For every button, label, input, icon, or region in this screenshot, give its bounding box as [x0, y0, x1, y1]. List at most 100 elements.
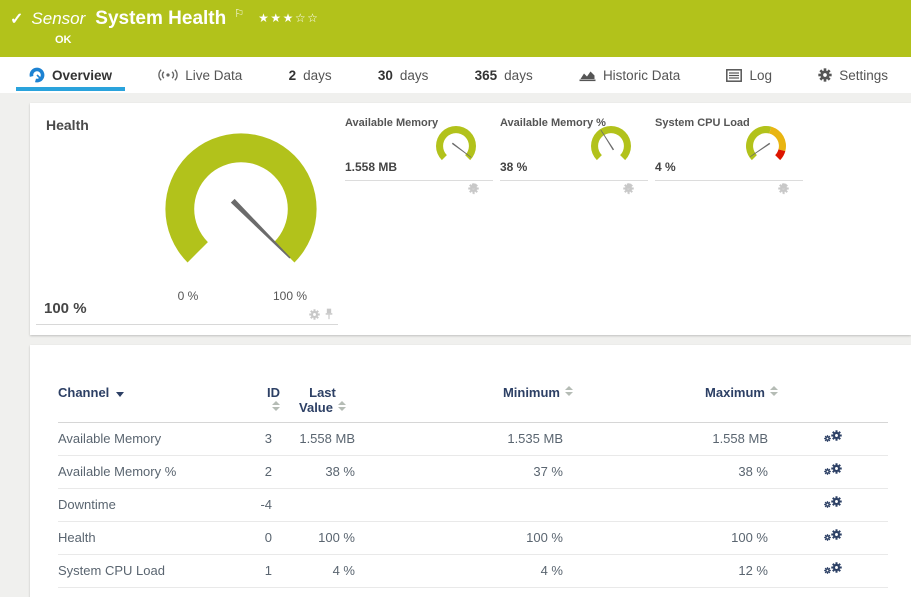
mini-gauge-panel-available-memory: Available Memory % 38 % — [500, 115, 648, 181]
tab-label: Settings — [839, 68, 888, 83]
cell-maximum — [573, 488, 778, 521]
col-actions — [778, 345, 888, 422]
channel-settings-icon[interactable] — [824, 429, 842, 445]
col-channel[interactable]: Channel — [58, 345, 258, 422]
cell-last-value: 38 % — [280, 455, 365, 488]
channel-row-system-cpu-load: System CPU Load 1 4 % 4 % 12 % — [58, 554, 888, 587]
tab-label: days — [400, 68, 429, 83]
status-ok-check-icon: ✓ — [10, 12, 23, 28]
table-header-row: Channel ID Last Value Minimum Maximum — [58, 345, 888, 422]
cell-last-value — [280, 488, 365, 521]
tab-number: 365 — [475, 68, 498, 83]
cell-maximum: 1.558 MB — [573, 422, 778, 455]
col-maximum-label: Maximum — [705, 385, 765, 400]
log-icon — [726, 69, 742, 82]
live-icon — [158, 68, 178, 82]
tab-label: days — [504, 68, 533, 83]
tab-overview[interactable]: Overview — [16, 57, 125, 93]
gauge-icon — [29, 67, 45, 83]
gauges-card: Health 0 % 100 % 100 % Available Memory — [30, 103, 911, 335]
health-scale-max: 100 % — [256, 289, 324, 303]
cell-last-value: 1.558 MB — [280, 422, 365, 455]
channel-settings-icon[interactable] — [824, 561, 842, 577]
cell-channel: Available Memory % — [58, 455, 258, 488]
tab-label: Historic Data — [603, 68, 680, 83]
health-gauge-value: 100 % — [44, 300, 87, 317]
col-channel-label: Channel — [58, 385, 109, 400]
cell-minimum: 1.535 MB — [365, 422, 573, 455]
mini-gauge — [586, 121, 636, 171]
health-scale-min: 0 % — [164, 289, 212, 303]
cell-maximum: 100 % — [573, 521, 778, 554]
sensor-status-badge: OK — [55, 34, 72, 46]
gauge-pin-icon[interactable] — [324, 308, 334, 320]
tab-bar: Overview Live Data 2 days 30 days 365 da… — [0, 57, 911, 93]
health-gauge-title: Health — [46, 117, 89, 133]
cell-channel: Health — [58, 521, 258, 554]
sort-desc-icon — [116, 392, 124, 397]
tab-30-days[interactable]: 30 days — [365, 57, 442, 93]
tab-live-data[interactable]: Live Data — [145, 57, 255, 93]
mini-gauges-row: Available Memory 1.558 MB Available Memo… — [345, 115, 803, 181]
cell-channel: System CPU Load — [58, 554, 258, 587]
tab-label: Overview — [52, 68, 112, 83]
cell-minimum — [365, 488, 573, 521]
sort-icon — [565, 386, 573, 396]
sensor-header: ✓ Sensor System Health ⚐ ★★★☆☆ OK — [0, 0, 911, 57]
cell-id: 3 — [258, 422, 280, 455]
mini-gauge-panel-available-memory: Available Memory 1.558 MB — [345, 115, 493, 181]
sensor-kind-label: Sensor — [31, 9, 85, 29]
cell-id: 2 — [258, 455, 280, 488]
health-gauge — [151, 119, 331, 299]
channel-settings-icon[interactable] — [824, 528, 842, 544]
cell-minimum: 37 % — [365, 455, 573, 488]
mini-gauge-value: 1.558 MB — [345, 160, 397, 174]
channel-row-available-memory: Available Memory 3 1.558 MB 1.535 MB 1.5… — [58, 422, 888, 455]
tab-log[interactable]: Log — [713, 57, 785, 93]
col-minimum-label: Minimum — [503, 385, 560, 400]
tab-historic-data[interactable]: Historic Data — [566, 57, 693, 93]
channel-settings-icon[interactable] — [824, 462, 842, 478]
flag-icon[interactable]: ⚐ — [234, 9, 244, 20]
tab-label: days — [303, 68, 332, 83]
content-area: Health 0 % 100 % 100 % Available Memory — [0, 103, 911, 597]
channel-settings-icon[interactable] — [824, 495, 842, 511]
cell-maximum: 12 % — [573, 554, 778, 587]
col-id[interactable]: ID — [258, 345, 280, 422]
col-last-value[interactable]: Last Value — [280, 345, 365, 422]
mini-gauge-panel-system-cpu-load: System CPU Load 4 % — [655, 115, 803, 181]
mini-gauge-value: 38 % — [500, 160, 527, 174]
col-maximum[interactable]: Maximum — [573, 345, 778, 422]
channels-table: Channel ID Last Value Minimum Maximum Av… — [58, 345, 888, 588]
tab-365-days[interactable]: 365 days — [462, 57, 546, 93]
priority-stars[interactable]: ★★★☆☆ — [258, 11, 319, 25]
tab-settings[interactable]: Settings — [805, 57, 901, 93]
cell-channel: Available Memory — [58, 422, 258, 455]
col-id-label: ID — [267, 385, 280, 400]
health-gauge-panel: Health 0 % 100 % 100 % — [36, 111, 338, 325]
col-last-value-label: Last Value — [299, 385, 336, 415]
cell-last-value: 4 % — [280, 554, 365, 587]
cell-id: 0 — [258, 521, 280, 554]
tab-2-days[interactable]: 2 days — [276, 57, 345, 93]
channel-row-available-memory: Available Memory % 2 38 % 37 % 38 % — [58, 455, 888, 488]
mini-gauge-value: 4 % — [655, 160, 676, 174]
channels-card: Channel ID Last Value Minimum Maximum Av… — [30, 345, 911, 597]
cell-minimum: 4 % — [365, 554, 573, 587]
tab-number: 30 — [378, 68, 393, 83]
mini-gauge — [431, 121, 481, 171]
channel-row-health: Health 0 100 % 100 % 100 % — [58, 521, 888, 554]
cell-last-value: 100 % — [280, 521, 365, 554]
cell-channel: Downtime — [58, 488, 258, 521]
gauge-settings-gear-icon[interactable] — [309, 309, 320, 320]
tab-label: Log — [749, 68, 772, 83]
prtg-sensor-page: ✓ Sensor System Health ⚐ ★★★☆☆ OK Overvi… — [0, 0, 911, 597]
sort-icon — [272, 401, 280, 411]
sort-icon — [770, 386, 778, 396]
tab-number: 2 — [289, 68, 297, 83]
col-minimum[interactable]: Minimum — [365, 345, 573, 422]
health-panel-icons — [309, 308, 334, 320]
tab-label: Live Data — [185, 68, 242, 83]
cell-id: 1 — [258, 554, 280, 587]
historic-chart-icon — [579, 68, 596, 82]
